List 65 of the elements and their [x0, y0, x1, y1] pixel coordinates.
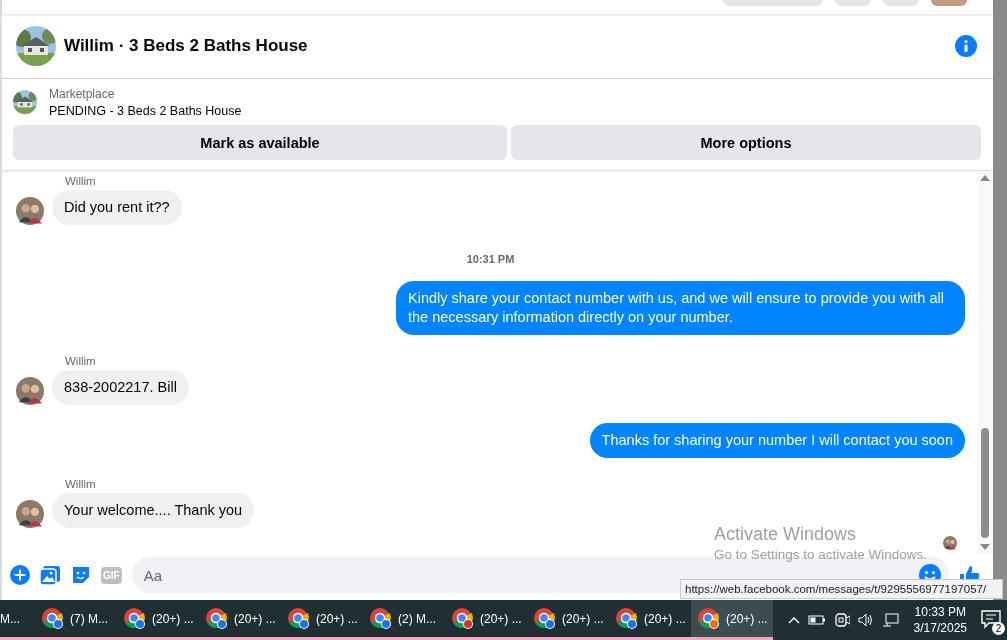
avatar [16, 500, 44, 528]
app-label: (20+) ... [562, 611, 604, 626]
profile-button[interactable] [931, 0, 967, 6]
listing-status: PENDING - 3 Beds 2 Baths House [49, 104, 242, 118]
browser-icon [615, 606, 639, 631]
clock-date[interactable]: 3/17/2025 [913, 620, 967, 636]
notification-count: 2 [992, 621, 1005, 635]
taskbar-app[interactable]: (20+) ... [527, 600, 609, 640]
timestamp: 10:31 PM [466, 253, 515, 265]
scrollbar-thumb[interactable] [981, 428, 989, 538]
taskbar-app[interactable]: M... [0, 600, 35, 640]
sender-name: Willim [65, 355, 97, 367]
app-label: (2) M... [398, 611, 436, 626]
avatar [16, 197, 44, 225]
plus-icon[interactable] [10, 565, 30, 585]
sender-name: Willim [65, 175, 97, 187]
browser-icon [205, 606, 229, 631]
app-label: (20+) ... [726, 611, 768, 626]
activation-title: Activate Windows [714, 523, 858, 546]
scroll-down-icon[interactable] [980, 544, 990, 550]
seen-avatar [943, 536, 957, 550]
image-icon[interactable] [40, 564, 61, 586]
chevron-up-icon[interactable] [787, 615, 800, 625]
message-bubble: Did you rent it?? [52, 190, 182, 225]
action-button[interactable]: Mark as available [13, 125, 507, 160]
taskbar-app[interactable]: (20+) ... [281, 600, 363, 640]
message-bubble: Thanks for sharing your number I will contact you soon [589, 423, 965, 458]
message-bubble: Your welcome.... Thank you [52, 493, 255, 528]
browser-icon [697, 606, 721, 631]
taskbar-app[interactable]: (7) M... [35, 600, 117, 640]
taskbar-app[interactable]: (20+) ... [445, 600, 527, 640]
battery-icon[interactable] [807, 613, 826, 627]
browser-icon [533, 606, 557, 631]
app-label: (20+) ... [152, 611, 194, 626]
message-bubble: Kindly share your contact number with us, and we will ensure to provide you with all the necessary information directly on your number. [396, 281, 965, 335]
app-label: (7) M... [70, 611, 108, 626]
sticker-icon[interactable] [71, 565, 91, 585]
clock-time[interactable]: 10:33 PM [914, 604, 966, 620]
info-icon[interactable] [955, 35, 977, 57]
link-tooltip: https://web.facebook.com/messages/t/9295556977197057/ [680, 579, 1003, 599]
browser-icon [451, 606, 475, 631]
app-label: (20+) ... [644, 611, 686, 626]
network-icon[interactable] [881, 612, 900, 628]
app-label: (20+) ... [234, 611, 276, 626]
browser-icon [123, 606, 147, 631]
taskbar-app[interactable]: (20+) ... [117, 600, 199, 640]
message-bubble: 838-2002217. Bill [52, 370, 189, 405]
volume-icon[interactable] [857, 612, 874, 628]
browser-icon [287, 606, 311, 631]
sender-name: Willim [65, 478, 97, 490]
app-label: (20+) ... [480, 611, 522, 626]
action-button[interactable]: More options [511, 125, 981, 160]
window-scrollbar[interactable] [993, 0, 1007, 600]
taskbar-app[interactable]: (2) M... [363, 600, 445, 640]
taskbar-app[interactable]: (20+) ... [199, 600, 281, 640]
avatar [16, 377, 44, 405]
scroll-up-icon[interactable] [980, 175, 990, 181]
app-label: (20+) ... [316, 611, 358, 626]
chat-title: Willim · 3 Beds 2 Baths House [64, 36, 309, 56]
taskbar-app[interactable]: (20+) ... [691, 600, 773, 640]
camera-icon[interactable] [833, 612, 850, 628]
app-label: M... [0, 611, 20, 626]
browser-icon [369, 606, 393, 631]
listing-source: Marketplace [49, 87, 116, 101]
browser-icon [41, 606, 65, 631]
